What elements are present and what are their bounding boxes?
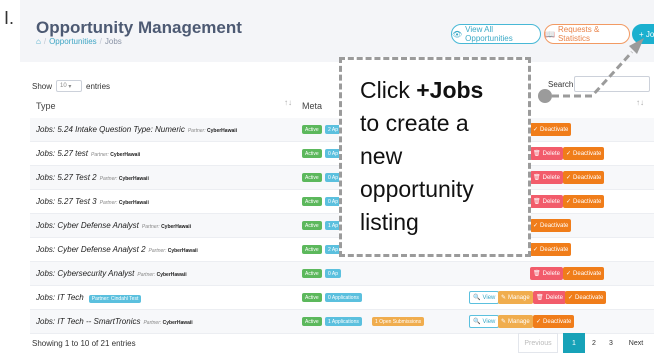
callout-arrow	[538, 38, 644, 103]
page: I. Opportunity Management ⌂ / Opportunit…	[0, 0, 654, 362]
